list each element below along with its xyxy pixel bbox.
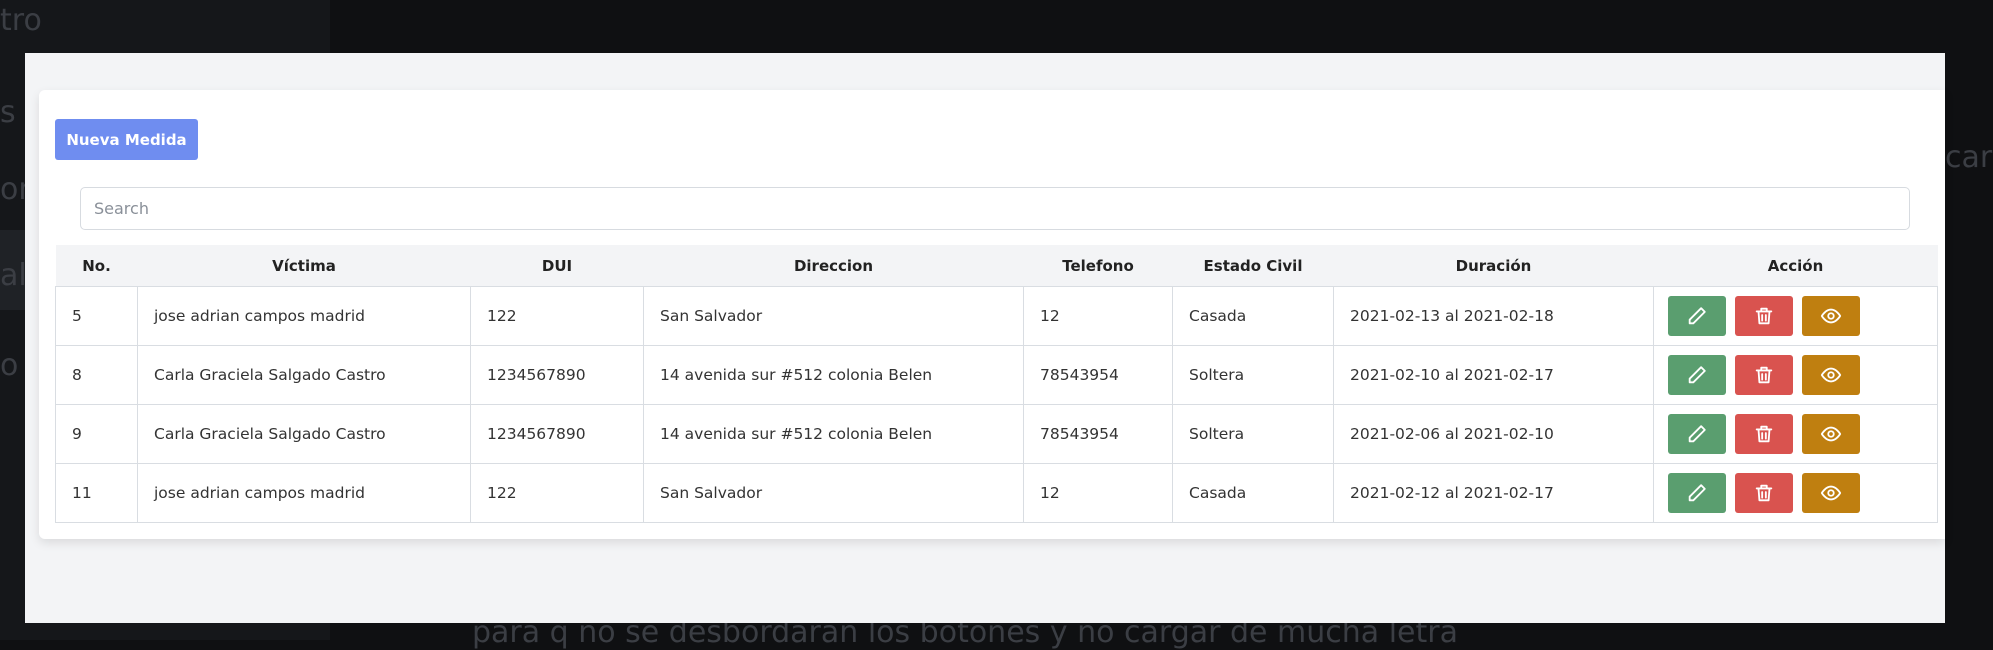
cell-victima: Carla Graciela Salgado Castro — [137, 404, 471, 464]
column-header: Acción — [1653, 245, 1938, 287]
view-button[interactable] — [1801, 414, 1860, 454]
cell-estado-civil: Soltera — [1172, 345, 1334, 405]
pencil-icon — [1688, 425, 1706, 443]
delete-button[interactable] — [1734, 414, 1793, 454]
column-header[interactable]: No. — [55, 245, 138, 287]
pencil-icon — [1688, 307, 1706, 325]
cell-estado-civil: Casada — [1172, 286, 1334, 346]
cell-duracion: 2021-02-13 al 2021-02-18 — [1333, 286, 1654, 346]
trash-icon — [1755, 307, 1773, 325]
cell-actions — [1653, 286, 1938, 346]
new-measure-button[interactable]: Nueva Medida — [55, 119, 198, 160]
column-header[interactable]: Direccion — [643, 245, 1024, 287]
cell-victima: jose adrian campos madrid — [137, 286, 471, 346]
cell-duracion: 2021-02-12 al 2021-02-17 — [1333, 463, 1654, 523]
edit-button[interactable] — [1668, 355, 1726, 395]
cell-victima: jose adrian campos madrid — [137, 463, 471, 523]
cell-direccion: San Salvador — [643, 286, 1024, 346]
table-row: 5 jose adrian campos madrid 122 San Salv… — [55, 286, 1938, 346]
eye-icon — [1820, 485, 1841, 501]
eye-icon — [1820, 426, 1841, 442]
edit-button[interactable] — [1668, 473, 1726, 513]
cell-victima: Carla Graciela Salgado Castro — [137, 345, 471, 405]
cell-estado-civil: Soltera — [1172, 404, 1334, 464]
column-header[interactable]: Telefono — [1023, 245, 1173, 287]
trash-icon — [1755, 425, 1773, 443]
edit-button[interactable] — [1668, 296, 1726, 336]
view-button[interactable] — [1801, 473, 1860, 513]
delete-button[interactable] — [1734, 355, 1793, 395]
table-header-row: No. Víctima DUI Direccion Telefono Estad… — [55, 245, 1938, 287]
column-header[interactable]: Duración — [1333, 245, 1654, 287]
column-header[interactable]: DUI — [470, 245, 644, 287]
cell-dui: 122 — [470, 463, 644, 523]
cell-actions — [1653, 463, 1938, 523]
cell-telefono: 78543954 — [1023, 404, 1173, 464]
cell-direccion: San Salvador — [643, 463, 1024, 523]
cell-no: 5 — [55, 286, 138, 346]
cell-dui: 122 — [470, 286, 644, 346]
column-header[interactable]: Víctima — [137, 245, 471, 287]
pencil-icon — [1688, 484, 1706, 502]
cell-duracion: 2021-02-06 al 2021-02-10 — [1333, 404, 1654, 464]
eye-icon — [1820, 308, 1841, 324]
cell-duracion: 2021-02-10 al 2021-02-17 — [1333, 345, 1654, 405]
cell-dui: 1234567890 — [470, 404, 644, 464]
eye-icon — [1820, 367, 1841, 383]
cell-actions — [1653, 345, 1938, 405]
records-card: Nueva Medida No. Víctima DUI Direccion T… — [39, 90, 1945, 539]
background-text: o — [0, 348, 19, 383]
cell-telefono: 12 — [1023, 463, 1173, 523]
cell-dui: 1234567890 — [470, 345, 644, 405]
cell-actions — [1653, 404, 1938, 464]
view-button[interactable] — [1801, 355, 1860, 395]
table-row: 8 Carla Graciela Salgado Castro 12345678… — [55, 345, 1938, 405]
cell-estado-civil: Casada — [1172, 463, 1334, 523]
table-row: 11 jose adrian campos madrid 122 San Sal… — [55, 463, 1938, 523]
table-row: 9 Carla Graciela Salgado Castro 12345678… — [55, 404, 1938, 464]
cell-no: 9 — [55, 404, 138, 464]
column-header[interactable]: Estado Civil — [1172, 245, 1334, 287]
cell-direccion: 14 avenida sur #512 colonia Belen — [643, 404, 1024, 464]
records-table: No. Víctima DUI Direccion Telefono Estad… — [55, 245, 1938, 523]
background-text: tro — [0, 3, 42, 38]
cell-direccion: 14 avenida sur #512 colonia Belen — [643, 345, 1024, 405]
delete-button[interactable] — [1734, 473, 1793, 513]
delete-button[interactable] — [1734, 296, 1793, 336]
cell-telefono: 78543954 — [1023, 345, 1173, 405]
edit-button[interactable] — [1668, 414, 1726, 454]
cell-telefono: 12 — [1023, 286, 1173, 346]
modal-overlay: Nueva Medida No. Víctima DUI Direccion T… — [25, 53, 1945, 623]
cell-no: 8 — [55, 345, 138, 405]
background-text: al — [0, 258, 27, 293]
view-button[interactable] — [1801, 296, 1860, 336]
pencil-icon — [1688, 366, 1706, 384]
trash-icon — [1755, 484, 1773, 502]
background-text: s — [0, 95, 16, 130]
background-text: carg — [1945, 140, 1993, 175]
cell-no: 11 — [55, 463, 138, 523]
search-input[interactable] — [80, 187, 1910, 230]
trash-icon — [1755, 366, 1773, 384]
